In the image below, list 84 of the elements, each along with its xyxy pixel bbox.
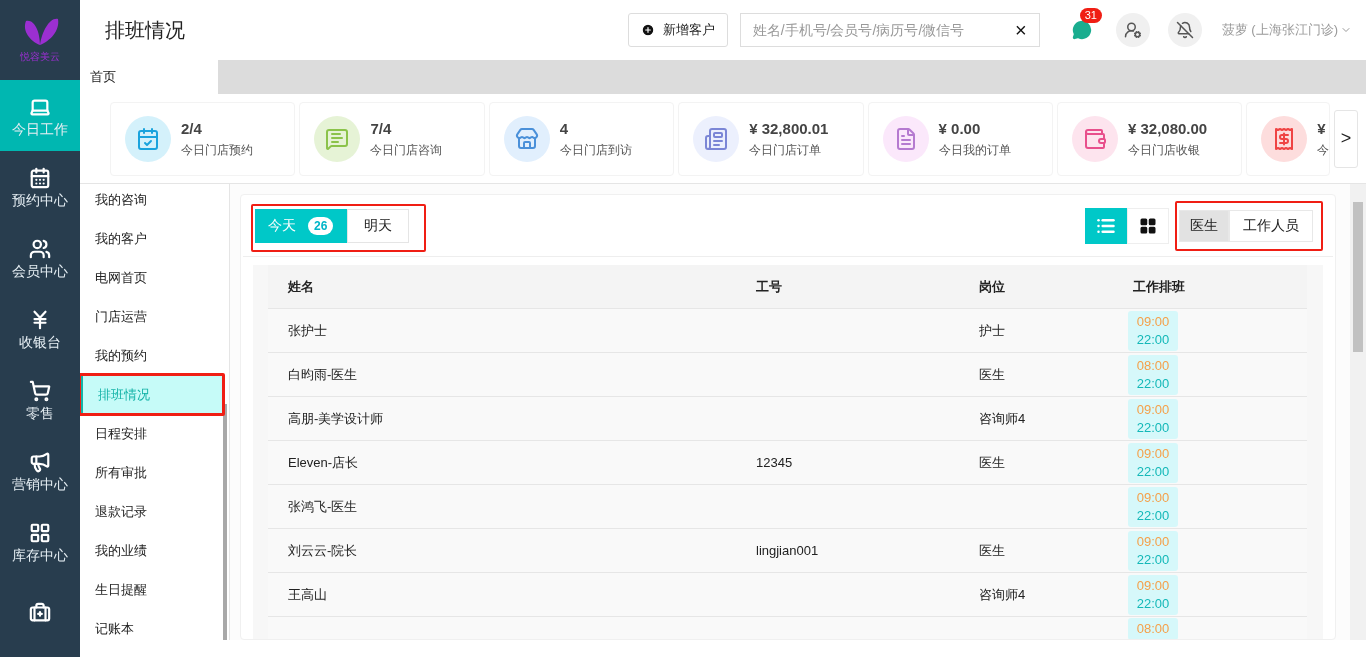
chat-icon[interactable] bbox=[1071, 20, 1092, 40]
shift-tag: 09:00 22:00 bbox=[1128, 574, 1178, 615]
count-badge: 26 bbox=[308, 216, 334, 235]
nav-item[interactable]: 营销中心 bbox=[0, 435, 80, 506]
nav-item[interactable]: 库存中心 bbox=[0, 506, 80, 577]
role-cell-text: 咨询师4 bbox=[978, 409, 1027, 428]
stat-label: 今日门店到访 bbox=[559, 141, 632, 159]
cart-icon bbox=[29, 379, 51, 402]
role-cell-text: 医生 bbox=[978, 365, 1006, 384]
name-cell-text: Eleven-店长 bbox=[287, 453, 360, 472]
nav-item[interactable]: 零售 bbox=[0, 364, 80, 435]
shift-tag: 09:00 22:00 bbox=[1128, 310, 1178, 351]
stat-value: 4 bbox=[559, 119, 570, 140]
submenu-item[interactable]: 我的业绩 bbox=[80, 531, 223, 570]
stat-value: ¥ 32,800.01 bbox=[749, 119, 829, 140]
message-count-badge: 31 bbox=[1079, 8, 1102, 23]
column-header: 姓名 bbox=[287, 277, 315, 296]
medical-kit-icon bbox=[29, 601, 51, 624]
stat-label: 今日门店订单 bbox=[749, 141, 823, 159]
calendar-icon bbox=[29, 166, 51, 189]
page-tab[interactable]: 首页 bbox=[80, 60, 218, 94]
plus-icon bbox=[640, 23, 655, 37]
submenu-item[interactable]: 我的客户 bbox=[80, 219, 223, 258]
role-tab[interactable]: 工作人员 bbox=[1229, 209, 1313, 242]
name-cell-text: 白昀雨-医生 bbox=[287, 365, 359, 384]
name-cell-text: 王高山 bbox=[287, 585, 328, 604]
shift-tag: 08:00 bbox=[1128, 618, 1178, 639]
staff-schedule-button[interactable] bbox=[1115, 13, 1150, 47]
shift-tag: 09:00 22:00 bbox=[1128, 486, 1178, 527]
stat-value: 2/4 bbox=[181, 119, 203, 140]
grid-icon bbox=[29, 521, 51, 544]
shift-tag: 08:00 22:00 bbox=[1128, 354, 1178, 395]
day-tab[interactable]: 明天 bbox=[347, 208, 409, 243]
submenu-item[interactable]: 门店运营 bbox=[80, 297, 223, 336]
stat-value: 7/4 bbox=[370, 119, 393, 140]
megaphone-icon bbox=[29, 450, 51, 473]
stat-value: ¥ bbox=[1317, 119, 1327, 140]
submenu-item[interactable]: 所有审批 bbox=[80, 453, 223, 492]
submenu-item[interactable]: 电网首页 bbox=[80, 258, 223, 297]
stat-label: 今日门店预约 bbox=[181, 141, 253, 159]
name-cell-text: 张护士 bbox=[287, 321, 328, 340]
column-header: 工号 bbox=[755, 277, 783, 296]
submenu-item[interactable]: 我的咨询 bbox=[80, 184, 223, 219]
stat-value: ¥ 0.00 bbox=[938, 119, 982, 140]
shift-tag: 09:00 22:00 bbox=[1128, 442, 1178, 483]
users-icon bbox=[29, 237, 51, 260]
name-cell-text: 张鸿飞-医生 bbox=[287, 497, 359, 516]
logo-text: 悦容美云 bbox=[20, 49, 60, 64]
page-title: 排班情况 bbox=[105, 18, 185, 43]
nav-item[interactable]: 预约中心 bbox=[0, 151, 80, 222]
nav-item[interactable]: 收银台 bbox=[0, 293, 80, 364]
shift-tag: 09:00 22:00 bbox=[1128, 530, 1178, 571]
stat-label: 今 bbox=[1317, 141, 1330, 159]
role-cell-text: 咨询师4 bbox=[978, 585, 1027, 604]
stat-label: 今日门店咨询 bbox=[370, 141, 443, 159]
clear-button[interactable]: × bbox=[1015, 20, 1027, 40]
submenu-item[interactable]: 记账本 bbox=[80, 609, 223, 640]
bell-off-icon bbox=[1175, 21, 1194, 39]
submenu-item[interactable]: 我的预约 bbox=[80, 336, 223, 375]
stat-label: 今日我的订单 bbox=[938, 141, 1011, 159]
column-header: 岗位 bbox=[978, 277, 1006, 296]
mute-button[interactable] bbox=[1167, 13, 1202, 47]
column-header: 工作排班 bbox=[1132, 277, 1186, 296]
add-customer-button[interactable]: 新增客户 bbox=[627, 13, 728, 47]
nav-item[interactable]: 会员中心 bbox=[0, 222, 80, 293]
submenu-item[interactable]: 生日提醒 bbox=[80, 570, 223, 609]
shift-tag: 09:00 22:00 bbox=[1128, 398, 1178, 439]
role-cell-text: 医生 bbox=[978, 453, 1006, 472]
name-cell-text: 刘云云-院长 bbox=[287, 541, 359, 560]
role-tab[interactable]: 医生 bbox=[1179, 209, 1229, 242]
id-cell-text: lingjian001 bbox=[755, 541, 820, 560]
stat-label: 今日门店收银 bbox=[1127, 141, 1201, 159]
submenu-item[interactable]: 日程安排 bbox=[80, 414, 223, 453]
name-cell-text: 高朋-美学设计师 bbox=[287, 409, 385, 428]
role-cell-text: 医生 bbox=[978, 541, 1006, 560]
stat-value: ¥ 32,080.00 bbox=[1127, 119, 1208, 140]
grid-view-button[interactable] bbox=[1127, 207, 1169, 244]
calendar-check-icon bbox=[125, 115, 171, 162]
id-cell-text: 12345 bbox=[755, 453, 794, 472]
role-cell-text: 护士 bbox=[978, 321, 1006, 340]
submenu-item[interactable]: 退款记录 bbox=[80, 492, 223, 531]
next-button[interactable]: > bbox=[1334, 109, 1358, 168]
search-field[interactable]: 姓名/手机号/会员号/病历号/微信号 × bbox=[739, 13, 1040, 47]
grid-icon bbox=[1139, 216, 1157, 235]
